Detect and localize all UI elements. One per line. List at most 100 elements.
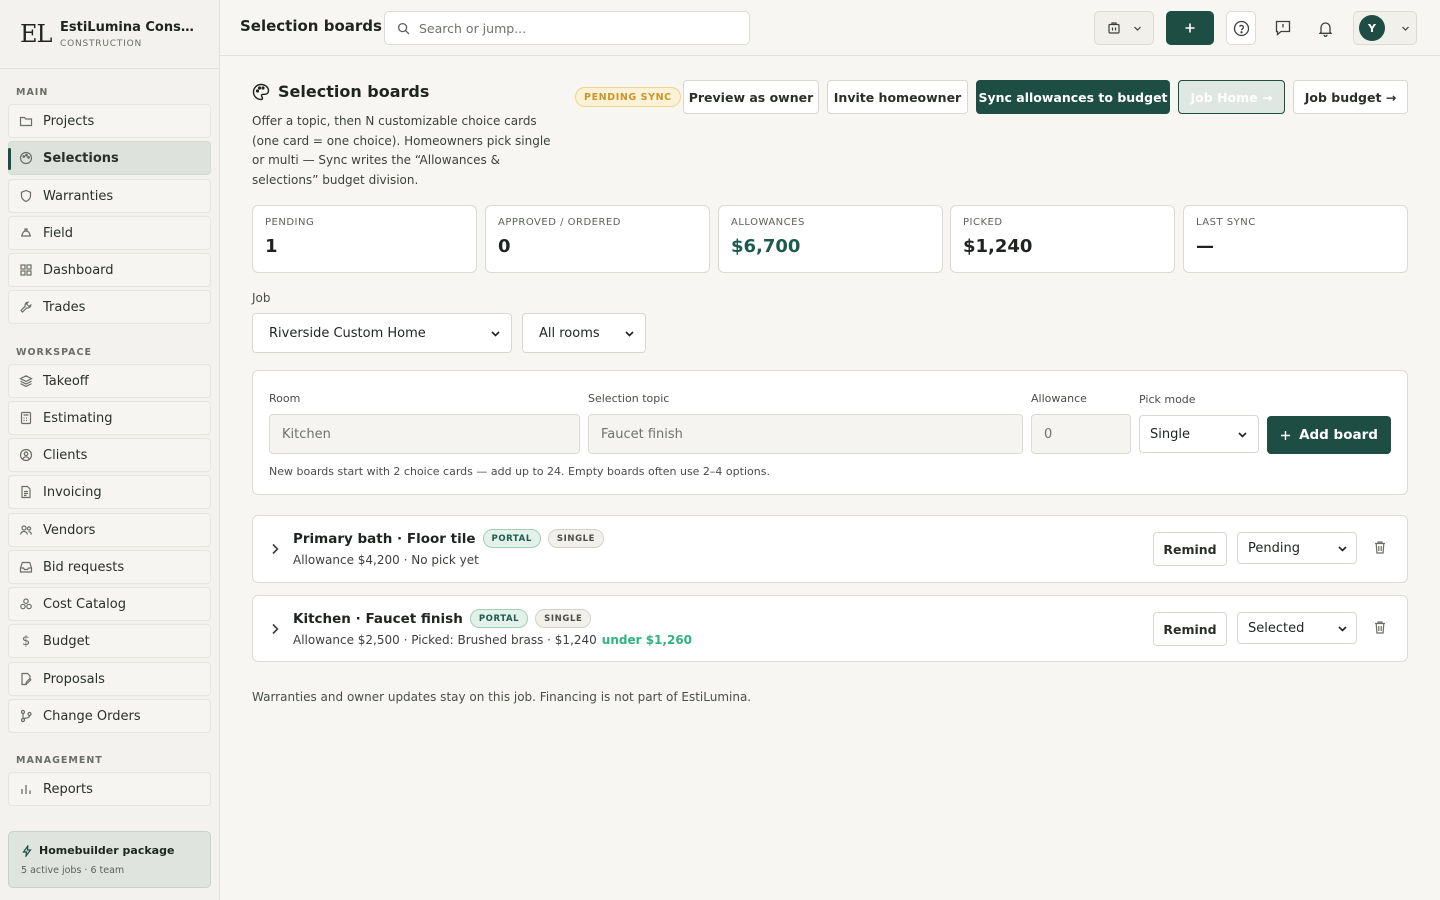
job-budget-button[interactable]: Job budget → — [1293, 80, 1408, 114]
room-filter-value: All rooms — [539, 325, 600, 341]
topbar: Selection boards Search or jump... Y — [220, 0, 1440, 56]
sidebar-item-trades[interactable]: Trades — [8, 290, 211, 324]
hardhat-icon — [19, 226, 33, 240]
sidebar-item-selections[interactable]: Selections — [8, 141, 211, 175]
help-button[interactable] — [1226, 11, 1256, 45]
sidebar-item-warranties[interactable]: Warranties — [8, 179, 211, 213]
lightning-icon — [21, 844, 33, 857]
job-select-value: Riverside Custom Home — [269, 325, 426, 341]
user-circle-icon — [19, 448, 33, 462]
board-title: Primary bath · Floor tile — [293, 530, 476, 547]
dollar-icon: $ — [21, 633, 31, 649]
room-input[interactable]: Kitchen — [269, 414, 580, 454]
shield-icon — [19, 189, 33, 203]
new-board-form: Room Kitchen Selection topic Faucet fini… — [252, 370, 1408, 495]
stat-value: — — [1196, 236, 1214, 257]
remind-button[interactable]: Remind — [1153, 532, 1227, 566]
stat-value: $1,240 — [963, 236, 1033, 257]
add-board-button[interactable]: Add board — [1267, 416, 1391, 454]
sidebar-item-reports[interactable]: Reports — [8, 772, 211, 806]
status-value: Pending — [1248, 540, 1300, 556]
pick-mode-badge: SINGLE — [535, 609, 592, 628]
portal-badge: PORTAL — [469, 609, 529, 628]
sidebar-item-dashboard[interactable]: Dashboard — [8, 253, 211, 287]
sidebar-item-bid-requests[interactable]: Bid requests — [8, 550, 211, 584]
stat-allowances: ALLOWANCES $6,700 — [718, 205, 943, 273]
sidebar-item-projects[interactable]: Projects — [8, 104, 211, 138]
search-icon — [397, 22, 410, 35]
search-input[interactable]: Search or jump... — [384, 11, 750, 45]
sidebar-item-estimating[interactable]: Estimating — [8, 401, 211, 435]
notifications-button[interactable] — [1310, 11, 1340, 45]
sidebar-item-label: Takeoff — [43, 373, 89, 389]
chevron-right-icon[interactable] — [269, 541, 281, 560]
pick-mode-badge: SINGLE — [547, 529, 605, 548]
status-select[interactable]: Pending — [1237, 532, 1357, 564]
board-row[interactable]: Primary bath · Floor tile PORTAL SINGLE … — [252, 515, 1408, 583]
job-select[interactable]: Riverside Custom Home — [252, 313, 512, 353]
nav-section-workspace: WORKSPACE — [16, 347, 92, 358]
nav-section-main: MAIN — [16, 87, 49, 98]
sidebar-item-takeoff[interactable]: Takeoff — [8, 364, 211, 398]
trash-icon[interactable] — [1373, 540, 1387, 559]
sidebar-item-proposals[interactable]: Proposals — [8, 662, 211, 696]
boxes-icon — [19, 597, 33, 611]
sidebar-item-clients[interactable]: Clients — [8, 438, 211, 472]
page-title: Selection boards — [252, 82, 429, 101]
room-filter-select[interactable]: All rooms — [522, 313, 646, 353]
sidebar-item-invoicing[interactable]: Invoicing — [8, 475, 211, 509]
brand-name: EstiLumina Constru... — [60, 19, 200, 35]
sidebar-item-label: Selections — [43, 150, 119, 166]
sidebar-item-label: Projects — [43, 113, 95, 129]
board-title: Kitchen · Faucet finish — [293, 610, 463, 627]
sidebar-item-label: Vendors — [43, 522, 96, 538]
sidebar-item-vendors[interactable]: Vendors — [8, 513, 211, 547]
plus-icon — [1280, 430, 1291, 441]
wrench-icon — [19, 300, 33, 314]
calculator-icon — [19, 411, 33, 425]
topic-input[interactable]: Faucet finish — [588, 414, 1023, 454]
brand[interactable]: EL EstiLumina Constru... CONSTRUCTION — [0, 0, 219, 69]
invite-homeowner-button[interactable]: Invite homeowner — [827, 80, 968, 114]
package-subtitle: 5 active jobs · 6 team — [21, 865, 125, 876]
page-title-text: Selection boards — [278, 82, 430, 101]
chevron-down-icon — [1401, 24, 1410, 33]
grid-icon — [19, 263, 33, 277]
sidebar-item-field[interactable]: Field — [8, 216, 211, 250]
sidebar-item-label: Invoicing — [43, 484, 102, 500]
stat-label: PICKED — [963, 217, 1003, 228]
document-icon — [19, 485, 33, 499]
sidebar-item-label: Cost Catalog — [43, 596, 126, 612]
sidebar-item-change-orders[interactable]: Change Orders — [8, 699, 211, 733]
pick-mode-select[interactable]: Single — [1139, 415, 1259, 453]
status-select[interactable]: Selected — [1237, 612, 1357, 644]
sync-allowances-button[interactable]: Sync allowances to budget — [976, 80, 1170, 114]
git-branch-icon — [19, 709, 33, 723]
quick-add-button[interactable] — [1166, 11, 1214, 45]
sidebar-item-label: Dashboard — [43, 262, 114, 278]
board-row[interactable]: Kitchen · Faucet finish PORTAL SINGLE Al… — [252, 595, 1408, 662]
sidebar-item-label: Reports — [43, 781, 93, 797]
footer-note: Warranties and owner updates stay on thi… — [252, 690, 752, 704]
stat-value: 0 — [498, 236, 511, 257]
allowance-input[interactable]: 0 — [1031, 414, 1131, 454]
package-card[interactable]: Homebuilder package 5 active jobs · 6 te… — [8, 831, 211, 888]
chevron-down-icon — [1337, 543, 1348, 554]
remind-button[interactable]: Remind — [1153, 612, 1227, 646]
sidebar-item-budget[interactable]: $ Budget — [8, 624, 211, 658]
users-icon — [19, 523, 33, 537]
job-home-button[interactable]: Job Home → — [1178, 80, 1285, 114]
sidebar-item-cost-catalog[interactable]: Cost Catalog — [8, 587, 211, 621]
sidebar-item-label: Warranties — [43, 188, 114, 204]
preview-as-owner-button[interactable]: Preview as owner — [683, 80, 819, 114]
user-menu[interactable]: Y — [1353, 11, 1417, 45]
avatar: Y — [1359, 15, 1385, 41]
trash-icon[interactable] — [1373, 620, 1387, 639]
status-value: Selected — [1248, 620, 1305, 636]
brand-subtitle: CONSTRUCTION — [60, 38, 143, 49]
chevron-right-icon[interactable] — [269, 621, 281, 640]
stat-label: ALLOWANCES — [731, 217, 805, 228]
messages-button[interactable] — [1268, 11, 1298, 45]
stat-last-sync: LAST SYNC — — [1183, 205, 1408, 273]
company-switcher[interactable] — [1094, 11, 1154, 45]
